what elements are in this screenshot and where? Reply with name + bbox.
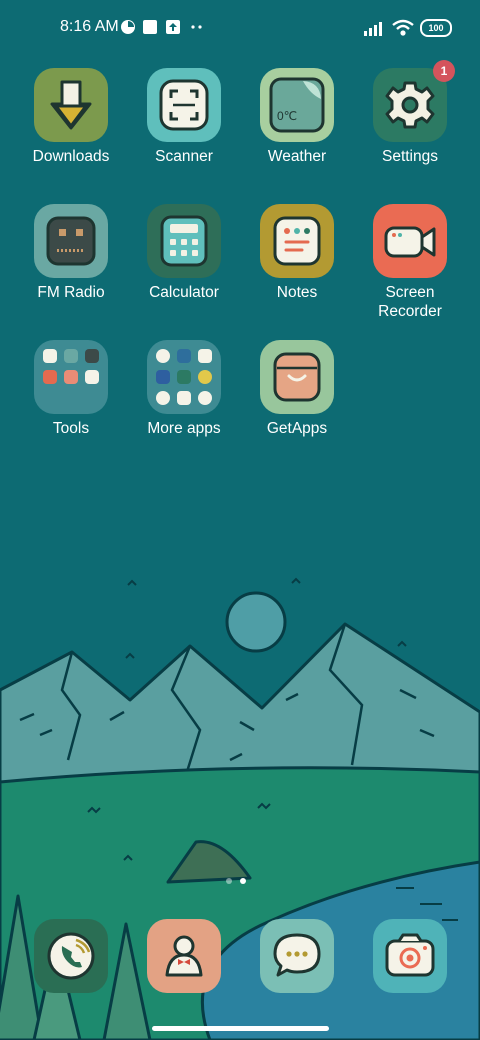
mini-app-icon bbox=[85, 349, 99, 363]
page-dot-active[interactable] bbox=[240, 878, 246, 884]
dock-phone[interactable] bbox=[34, 919, 108, 993]
app-label: Notes bbox=[276, 284, 318, 301]
app-label: FM Radio bbox=[37, 284, 105, 301]
mini-app-icon bbox=[85, 370, 99, 384]
mini-app-icon bbox=[198, 349, 212, 363]
tools-folder-icon bbox=[34, 340, 108, 414]
app-label: Tools bbox=[52, 420, 90, 437]
theme-icon bbox=[121, 20, 135, 34]
app-weather[interactable]: 0℃ Weather bbox=[241, 68, 353, 166]
notification-badge: 1 bbox=[433, 60, 455, 82]
weather-icon: 0℃ bbox=[260, 68, 334, 142]
contact-person-icon bbox=[147, 919, 221, 993]
video-camera-icon bbox=[373, 204, 447, 278]
more-apps-folder-icon bbox=[147, 340, 221, 414]
app-getapps[interactable]: GetApps bbox=[241, 340, 353, 438]
radio-icon bbox=[34, 204, 108, 278]
mini-app-icon bbox=[43, 370, 57, 384]
weather-temperature: 0℃ bbox=[277, 109, 298, 123]
mini-app-icon bbox=[64, 370, 78, 384]
phone-icon bbox=[34, 919, 108, 993]
folder-more-apps[interactable]: More apps bbox=[128, 340, 240, 438]
mini-app-icon bbox=[177, 349, 191, 363]
app-label: GetApps bbox=[266, 420, 328, 437]
signal-icon bbox=[364, 22, 382, 36]
app-downloads[interactable]: Downloads bbox=[15, 68, 127, 166]
upload-notification-icon bbox=[166, 20, 180, 34]
mini-app-icon bbox=[177, 370, 191, 384]
app-label: Weather bbox=[267, 148, 327, 165]
calculator-icon bbox=[147, 204, 221, 278]
dock-contacts[interactable] bbox=[147, 919, 221, 993]
mini-app-icon bbox=[156, 349, 170, 363]
camera-icon bbox=[373, 919, 447, 993]
battery-icon: 100 bbox=[420, 19, 452, 37]
app-label: Downloads bbox=[32, 148, 110, 165]
dock-camera[interactable] bbox=[373, 919, 447, 993]
app-settings[interactable]: 1 Settings bbox=[354, 60, 466, 166]
app-label: Scanner bbox=[155, 148, 213, 165]
mini-app-icon bbox=[64, 349, 78, 363]
mini-app-icon bbox=[43, 349, 57, 363]
app-screen-recorder[interactable]: Screen Recorder bbox=[354, 204, 466, 321]
scan-frame-icon bbox=[147, 68, 221, 142]
wifi-icon bbox=[392, 19, 414, 36]
chat-bubble-icon bbox=[260, 919, 334, 993]
notes-icon bbox=[260, 204, 334, 278]
shopping-bag-icon bbox=[260, 340, 334, 414]
home-gesture-bar[interactable] bbox=[152, 1026, 329, 1031]
folder-tools[interactable]: Tools bbox=[15, 340, 127, 438]
status-time: 8:16 AM bbox=[60, 18, 119, 35]
mini-app-icon bbox=[156, 370, 170, 384]
download-arrow-icon bbox=[34, 68, 108, 142]
more-notifications-icon bbox=[191, 25, 202, 29]
mini-app-icon bbox=[177, 391, 191, 405]
mini-app-icon bbox=[156, 391, 170, 405]
app-label: Settings bbox=[381, 148, 438, 165]
app-notes[interactable]: Notes bbox=[241, 204, 353, 302]
app-calculator[interactable]: Calculator bbox=[128, 204, 240, 302]
app-label: More apps bbox=[147, 420, 221, 437]
app-scanner[interactable]: Scanner bbox=[128, 68, 240, 166]
app-fm-radio[interactable]: FM Radio bbox=[15, 204, 127, 302]
page-dot[interactable] bbox=[226, 878, 232, 884]
status-bar: 8:16 AM 100 bbox=[0, 0, 480, 56]
mini-app-icon bbox=[198, 391, 212, 405]
page-indicator bbox=[226, 878, 246, 884]
mini-app-icon bbox=[198, 370, 212, 384]
app-label: Calculator bbox=[149, 284, 219, 301]
app-label: Screen Recorder bbox=[378, 284, 442, 320]
gear-icon: 1 bbox=[373, 60, 455, 142]
square-notification-icon bbox=[143, 20, 157, 34]
dock-messages[interactable] bbox=[260, 919, 334, 993]
